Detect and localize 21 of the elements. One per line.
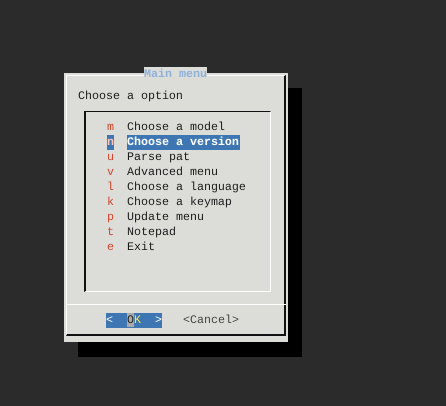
menu-item[interactable]: Parse pat [127, 150, 191, 165]
menu-item[interactable]: Update menu [127, 210, 205, 225]
menu-item[interactable]: Choose a keymap [127, 195, 233, 210]
hotkey-letter: v [107, 165, 114, 180]
menu-item[interactable]: Advanced menu [127, 165, 219, 180]
menu-item[interactable]: Choose a model [127, 120, 226, 135]
menu-item[interactable]: Choose a language [127, 180, 247, 195]
hotkey-letter: u [107, 150, 114, 165]
hotkey-letter: t [107, 225, 114, 240]
prompt-text: Choose a option [78, 89, 183, 104]
menu-item[interactable]: Exit [127, 240, 156, 255]
hotkey-letter: k [107, 195, 114, 210]
hotkey-letter: m [107, 120, 114, 135]
hotkey-letter: n [107, 135, 114, 150]
menu-item[interactable]: Notepad [127, 225, 177, 240]
dialog-button[interactable]: <Cancel> [183, 313, 239, 328]
hotkey-letter: l [107, 180, 114, 195]
menu-item[interactable]: Choose a version [127, 135, 240, 150]
hotkey-letter: p [107, 210, 114, 225]
dialog-button[interactable]: < OK > [106, 313, 162, 328]
hotkey-letter: e [107, 240, 114, 255]
